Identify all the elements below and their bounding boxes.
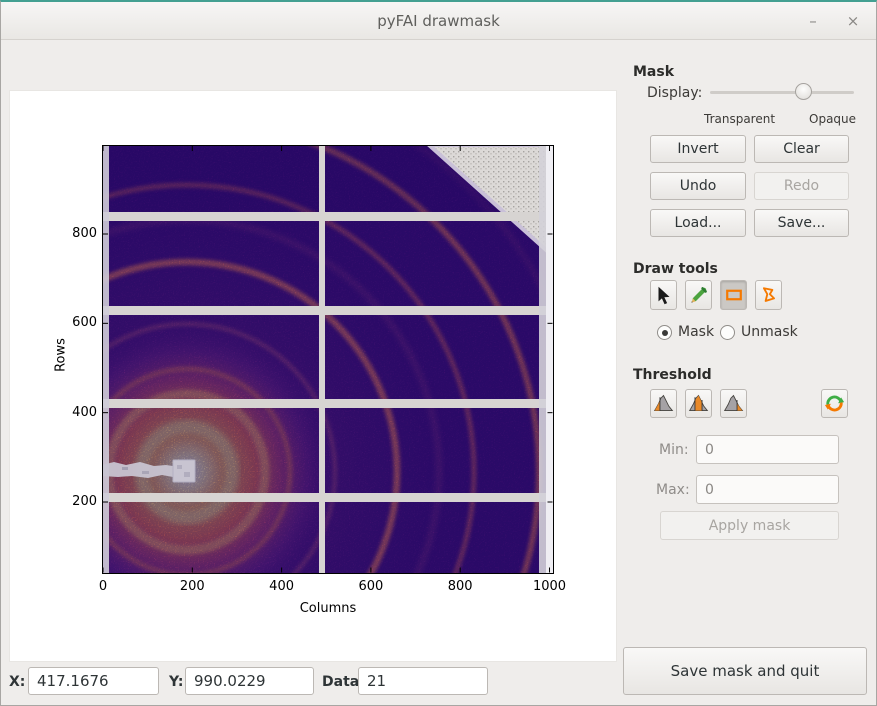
threshold-section-title: Threshold bbox=[633, 367, 712, 383]
x-tick-label: 0 bbox=[80, 579, 126, 594]
draw-tools-section-title: Draw tools bbox=[633, 261, 718, 277]
data-value-field[interactable] bbox=[358, 667, 488, 695]
transparent-label: Transparent bbox=[704, 112, 775, 126]
toolbar: ▾ 0 Y ▾ bbox=[1, 40, 877, 90]
save-mask-button[interactable]: Save... bbox=[754, 209, 849, 237]
mask-opacity-slider[interactable] bbox=[710, 91, 854, 94]
pyfai-drawmask-window: pyFAI drawmask – × bbox=[0, 0, 877, 706]
clear-button[interactable]: Clear bbox=[754, 135, 849, 163]
y-coordinate-field[interactable] bbox=[185, 667, 314, 695]
opaque-label: Opaque bbox=[809, 112, 856, 126]
redo-button[interactable]: Redo bbox=[754, 172, 849, 200]
y-axis-label: Rows bbox=[54, 338, 69, 372]
rectangle-tool-button[interactable] bbox=[720, 280, 747, 310]
mask-radio-label: Mask bbox=[678, 324, 714, 340]
browse-tool-button[interactable] bbox=[650, 280, 677, 310]
pencil-tool-button[interactable] bbox=[685, 280, 712, 310]
minimize-button[interactable]: – bbox=[802, 10, 824, 32]
rectangle-icon bbox=[723, 284, 745, 306]
max-input[interactable] bbox=[696, 475, 839, 504]
load-mask-button[interactable]: Load... bbox=[650, 209, 746, 237]
min-label: Min: bbox=[659, 442, 689, 458]
polygon-icon bbox=[758, 284, 780, 306]
apply-mask-button[interactable]: Apply mask bbox=[660, 511, 839, 540]
unmask-radio[interactable] bbox=[720, 325, 735, 340]
mask-opacity-slider-handle[interactable] bbox=[795, 83, 812, 100]
polygon-tool-button[interactable] bbox=[755, 280, 782, 310]
display-label: Display: bbox=[647, 85, 702, 101]
y-coordinate-label: Y: bbox=[169, 674, 184, 690]
diffraction-image-plot[interactable] bbox=[102, 145, 554, 574]
y-tick-label: 400 bbox=[57, 405, 97, 420]
x-tick-label: 800 bbox=[437, 579, 483, 594]
mask-radio[interactable] bbox=[657, 325, 672, 340]
threshold-below-button[interactable] bbox=[650, 389, 677, 418]
refresh-icon bbox=[823, 392, 846, 415]
y-tick-label: 600 bbox=[57, 315, 97, 330]
unmask-radio-label: Unmask bbox=[741, 324, 798, 340]
y-tick-label: 200 bbox=[57, 494, 97, 509]
undo-button[interactable]: Undo bbox=[650, 172, 746, 200]
threshold-above-button[interactable] bbox=[720, 389, 747, 418]
invert-button[interactable]: Invert bbox=[650, 135, 746, 163]
x-tick-label: 600 bbox=[348, 579, 394, 594]
x-tick-label: 200 bbox=[169, 579, 215, 594]
x-tick-label: 400 bbox=[259, 579, 305, 594]
histogram-below-min-icon bbox=[652, 392, 675, 415]
threshold-between-button[interactable] bbox=[685, 389, 712, 418]
titlebar: pyFAI drawmask – × bbox=[1, 2, 876, 40]
close-button[interactable]: × bbox=[842, 10, 864, 32]
save-mask-and-quit-button[interactable]: Save mask and quit bbox=[623, 647, 867, 695]
x-tick-label: 1000 bbox=[527, 579, 573, 594]
histogram-between-icon bbox=[687, 392, 710, 415]
x-coordinate-field[interactable] bbox=[28, 667, 159, 695]
x-axis-label: Columns bbox=[300, 601, 357, 616]
cursor-arrow-icon bbox=[653, 284, 675, 306]
mask-section-title: Mask bbox=[633, 64, 674, 80]
y-tick-label: 800 bbox=[57, 226, 97, 241]
refresh-threshold-button[interactable] bbox=[821, 389, 848, 418]
pencil-icon bbox=[688, 284, 710, 306]
min-input[interactable] bbox=[696, 435, 839, 464]
histogram-above-max-icon bbox=[722, 392, 745, 415]
window-title: pyFAI drawmask bbox=[1, 12, 876, 30]
max-label: Max: bbox=[656, 482, 690, 498]
x-coordinate-label: X: bbox=[9, 674, 25, 690]
